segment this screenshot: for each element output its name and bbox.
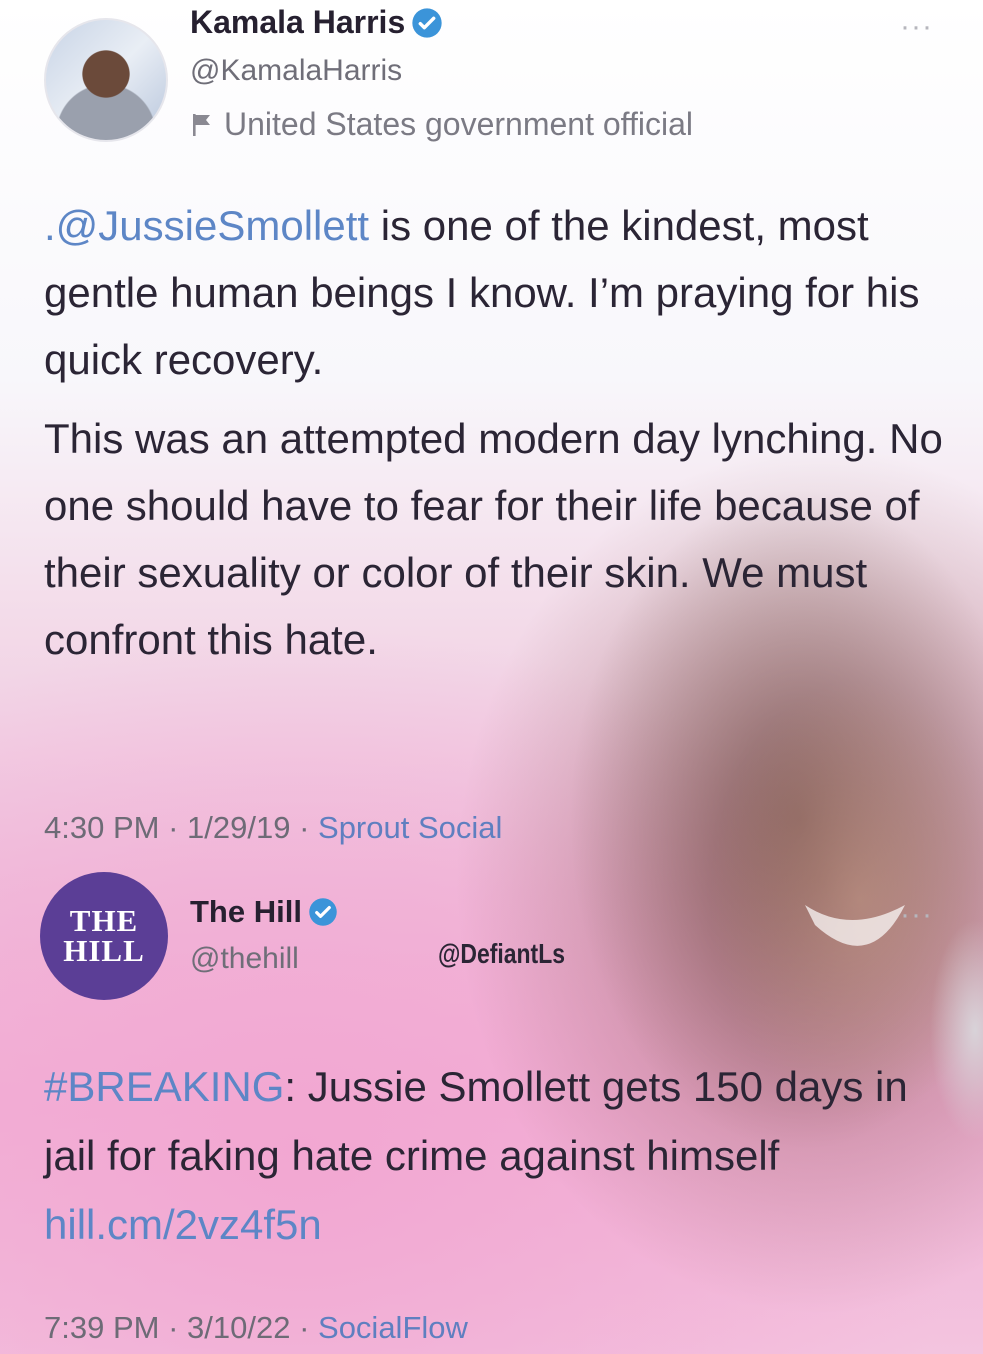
separator: ·: [290, 1310, 319, 1345]
tweet-source[interactable]: Sprout Social: [318, 810, 502, 845]
verified-badge-icon: [412, 7, 442, 38]
account-label: United States government official: [190, 106, 693, 143]
watermark: @DefiantLs: [438, 938, 565, 969]
author-handle[interactable]: @thehill: [190, 942, 299, 976]
verified-badge-icon: [309, 898, 337, 926]
account-label-text: United States government official: [224, 106, 693, 142]
avatar[interactable]: [44, 18, 168, 142]
tweet-paragraph-2: This was an attempted modern day lynchin…: [44, 415, 943, 663]
article-link[interactable]: hill.cm/2vz4f5n: [44, 1201, 322, 1248]
separator: ·: [159, 1310, 188, 1345]
author-name[interactable]: Kamala Harris: [190, 4, 443, 41]
tweet-meta: 4:30 PM · 1/29/19 · Sprout Social: [44, 810, 502, 846]
tweet-time[interactable]: 7:39 PM: [44, 1310, 159, 1345]
author-name[interactable]: The Hill: [190, 894, 338, 930]
flag-icon: [193, 113, 210, 136]
display-name[interactable]: The Hill: [190, 894, 302, 930]
tweet-date[interactable]: 1/29/19: [187, 810, 290, 845]
tweet-time[interactable]: 4:30 PM: [44, 810, 159, 845]
display-name[interactable]: Kamala Harris: [190, 4, 405, 41]
avatar-text-line1: THE: [69, 903, 139, 938]
more-options-icon[interactable]: ···: [900, 900, 933, 930]
hashtag-link[interactable]: #BREAKING: [44, 1063, 284, 1110]
tweet-text: .@JussieSmollett is one of the kindest, …: [44, 192, 944, 673]
separator: ·: [159, 810, 188, 845]
avatar-text-line2: HILL: [63, 933, 145, 968]
tweet-meta: 7:39 PM · 3/10/22 · SocialFlow: [44, 1310, 468, 1346]
author-handle[interactable]: @KamalaHarris: [190, 54, 402, 88]
more-options-icon[interactable]: ···: [900, 12, 933, 42]
mention-link[interactable]: .@JussieSmollett: [44, 202, 369, 249]
tweet-text: #BREAKING: Jussie Smollett gets 150 days…: [44, 1052, 944, 1259]
tweet-date[interactable]: 3/10/22: [187, 1310, 290, 1345]
tweet-source[interactable]: SocialFlow: [318, 1310, 468, 1345]
separator: ·: [290, 810, 319, 845]
avatar[interactable]: THE HILL: [40, 872, 168, 1000]
